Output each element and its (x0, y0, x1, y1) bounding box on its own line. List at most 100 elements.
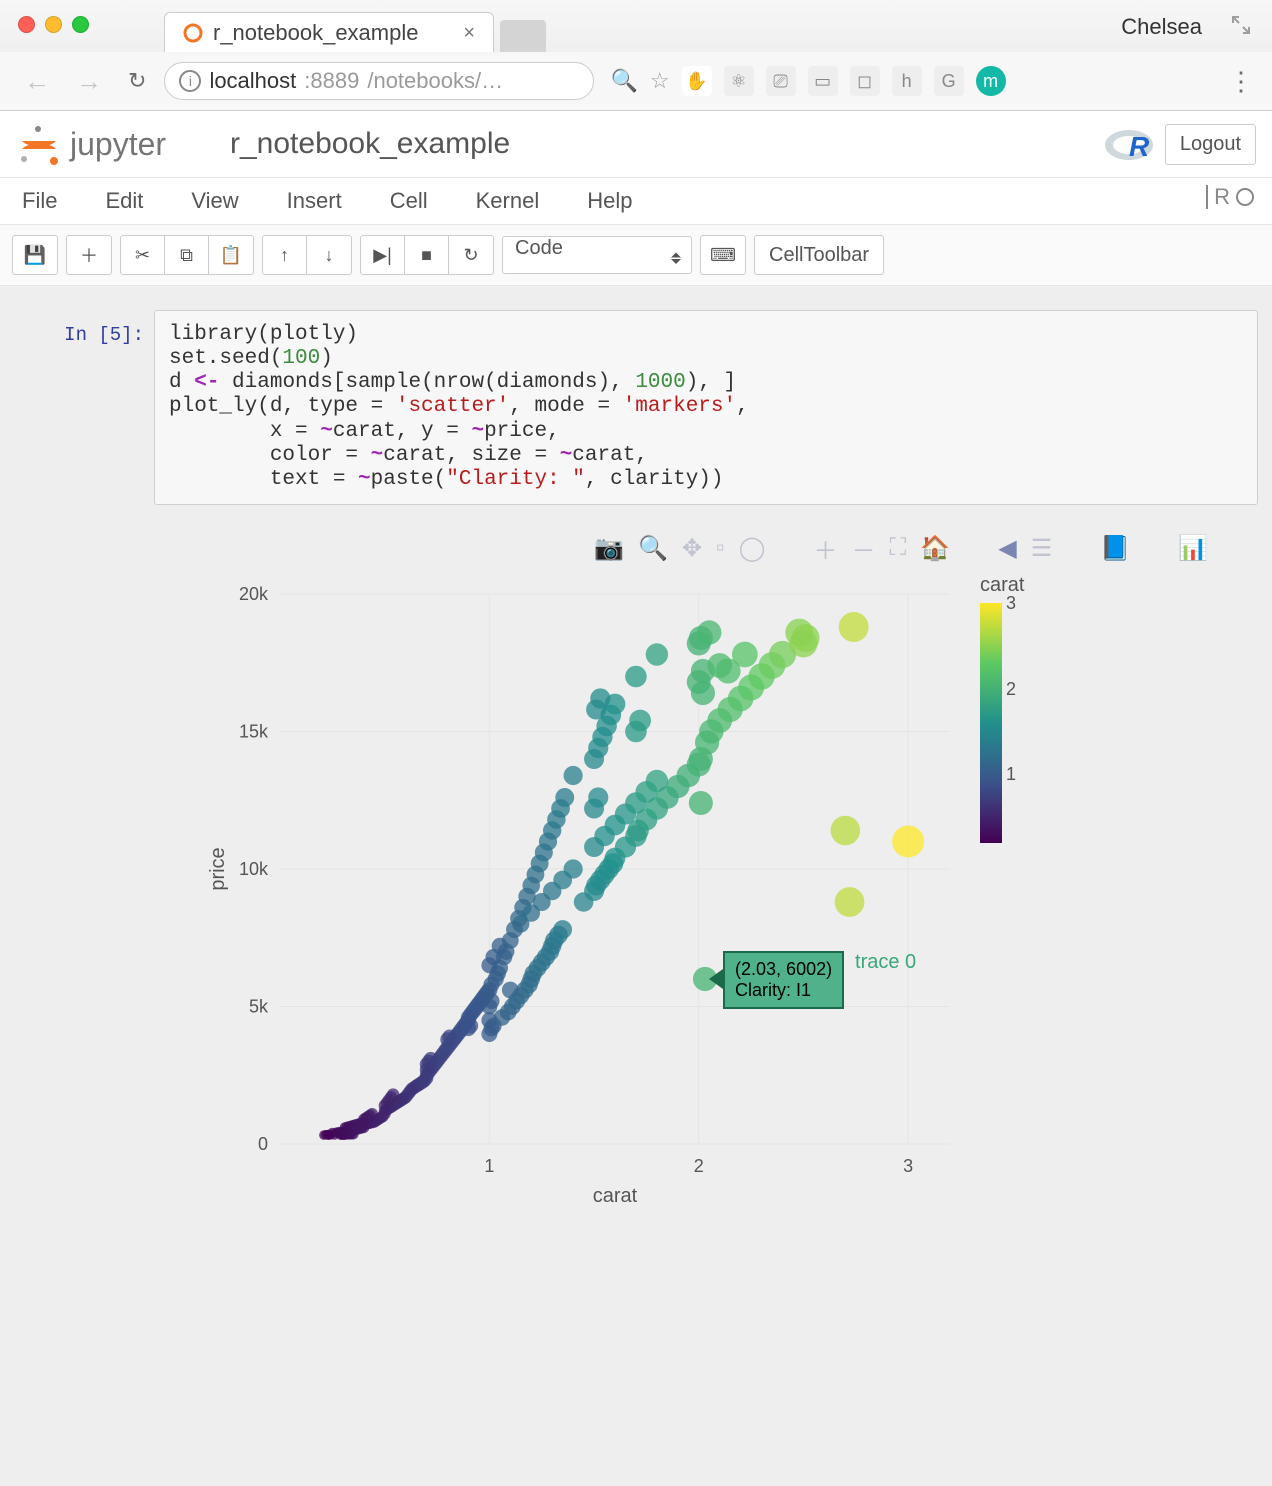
run-button[interactable]: ▶| (361, 236, 405, 274)
plotly-boxselect-icon[interactable]: ▫ (716, 534, 725, 562)
menu-kernel[interactable]: Kernel (476, 188, 540, 214)
svg-text:1: 1 (484, 1156, 494, 1176)
save-button[interactable]: 💾 (13, 236, 57, 274)
plotly-camera-icon[interactable]: 📷 (594, 534, 624, 563)
scatter-chart[interactable]: 05k10k15k20k123caratprice (2.03, 6002) C… (200, 574, 960, 1214)
logout-button[interactable]: Logout (1165, 124, 1256, 165)
input-prompt: In [5]: (14, 310, 154, 505)
add-cell-button[interactable]: ＋ (67, 236, 111, 274)
new-tab-button[interactable] (500, 20, 546, 52)
svg-text:price: price (207, 847, 229, 890)
colorbar-gradient (980, 603, 1002, 843)
cell-output: 📷 🔍 ✥ ▫ ◯ ＋ － ⛶ 🏠 ◀ ☰ 📘 📊 0 5k 10k 15k 20k 1 2… (200, 531, 1258, 1214)
plotly-hovercompare-icon[interactable]: ◀ (998, 534, 1016, 563)
profile-avatar-icon[interactable]: m (976, 66, 1006, 96)
hover-line2: Clarity: I1 (735, 980, 832, 1001)
minimize-window-icon[interactable] (45, 16, 62, 33)
url-path: /notebooks/… (367, 68, 503, 94)
menu-edit[interactable]: Edit (105, 188, 143, 214)
plotly-home-icon[interactable]: 🏠 (920, 534, 950, 563)
notebook-area: In [5]: library(plotly) set.seed(100) d … (0, 286, 1272, 1486)
plotly-autoscale-icon[interactable]: ⛶ (890, 534, 907, 562)
address-bar[interactable]: i localhost :8889/notebooks/… (164, 62, 594, 100)
close-tab-icon[interactable]: × (463, 23, 475, 43)
plotly-logo-icon[interactable]: 📊 (1178, 534, 1208, 563)
hover-tooltip: (2.03, 6002) Clarity: I1 (723, 951, 844, 1009)
plotly-docs-icon[interactable]: 📘 (1100, 534, 1130, 563)
colorbar-tick: 2 (1006, 679, 1016, 700)
cell-type-select[interactable]: Code (502, 236, 692, 274)
notebook-name[interactable]: r_notebook_example (230, 127, 510, 161)
url-host: localhost (209, 68, 296, 94)
svg-text:carat: carat (593, 1185, 638, 1207)
plotly-pan-icon[interactable]: ✥ (682, 534, 702, 563)
code-editor[interactable]: library(plotly) set.seed(100) d <- diamo… (154, 310, 1258, 505)
react-ext-icon[interactable]: ⚛ (724, 66, 754, 96)
zoom-icon[interactable]: 🔍 (610, 68, 637, 94)
toolbar: 💾 ＋ ✂ ⧉ 📋 ↑ ↓ ▶| ■ ↻ Code ⌨ CellToolbar (0, 225, 1272, 286)
kernel-indicator: R (1206, 184, 1254, 210)
back-button[interactable]: ← (16, 66, 58, 97)
svg-text:2: 2 (694, 1156, 704, 1176)
cut-button[interactable]: ✂ (121, 236, 165, 274)
svg-text:10k: 10k (239, 859, 269, 879)
window-controls (18, 16, 89, 33)
url-port: :8889 (304, 68, 359, 94)
fullscreen-icon[interactable] (1230, 14, 1252, 39)
jupyter-header: jupyter r_notebook_example R Logout (0, 111, 1272, 178)
colorbar: carat 123 (980, 574, 1040, 1214)
browser-menu-button[interactable]: ⋮ (1228, 66, 1256, 97)
ext-icon-1[interactable]: ▭ (808, 66, 838, 96)
browser-chrome: r_notebook_example × Chelsea ← → ↻ i loc… (0, 0, 1272, 111)
ext-icon-4[interactable]: G (934, 66, 964, 96)
menu-insert[interactable]: Insert (287, 188, 342, 214)
code-cell[interactable]: In [5]: library(plotly) set.seed(100) d … (14, 310, 1258, 505)
jupyter-logo-icon[interactable]: jupyter (16, 121, 216, 167)
bookmark-star-icon[interactable]: ☆ (650, 68, 670, 94)
svg-text:5k: 5k (249, 996, 269, 1016)
plotly-lasso-icon[interactable]: ◯ (739, 534, 766, 563)
menu-help[interactable]: Help (587, 188, 632, 214)
colorbar-tick: 3 (1006, 593, 1016, 614)
plotly-zoomin-icon[interactable]: ＋ (814, 531, 838, 566)
browser-tab[interactable]: r_notebook_example × (164, 12, 494, 52)
command-palette-button[interactable]: ⌨ (701, 236, 745, 274)
reload-button[interactable]: ↻ (120, 68, 154, 94)
site-info-icon[interactable]: i (179, 70, 201, 92)
cast-icon[interactable]: ⎚ (766, 66, 796, 96)
copy-button[interactable]: ⧉ (165, 236, 209, 274)
svg-text:15k: 15k (239, 721, 269, 741)
plotly-hoverclosest-icon[interactable]: ☰ (1031, 534, 1053, 563)
paste-button[interactable]: 📋 (209, 236, 253, 274)
restart-button[interactable]: ↻ (449, 236, 493, 274)
colorbar-tick: 1 (1006, 764, 1016, 785)
r-kernel-logo-icon: R (1103, 123, 1159, 166)
hover-line1: (2.03, 6002) (735, 959, 832, 980)
menu-bar: File Edit View Insert Cell Kernel Help R (0, 178, 1272, 225)
kernel-lang-label: R (1214, 184, 1230, 210)
maximize-window-icon[interactable] (72, 16, 89, 33)
svg-text:20k: 20k (239, 584, 269, 604)
ext-icon-3[interactable]: h (892, 66, 922, 96)
tab-title: r_notebook_example (213, 20, 418, 46)
move-down-button[interactable]: ↓ (307, 236, 351, 274)
plotly-zoom-icon[interactable]: 🔍 (638, 534, 668, 563)
menu-file[interactable]: File (22, 188, 57, 214)
hover-pointer-icon (709, 969, 723, 989)
plotly-modebar: 📷 🔍 ✥ ▫ ◯ ＋ － ⛶ 🏠 ◀ ☰ 📘 📊 (200, 531, 1258, 566)
close-window-icon[interactable] (18, 16, 35, 33)
svg-text:jupyter: jupyter (69, 126, 166, 162)
ext-icon-2[interactable]: ◻ (850, 66, 880, 96)
move-up-button[interactable]: ↑ (263, 236, 307, 274)
menu-view[interactable]: View (191, 188, 238, 214)
menu-cell[interactable]: Cell (390, 188, 428, 214)
cell-toolbar-button[interactable]: CellToolbar (755, 236, 883, 274)
adblock-icon[interactable]: ✋ (682, 66, 712, 96)
forward-button[interactable]: → (68, 66, 110, 97)
plotly-zoomout-icon[interactable]: － (852, 531, 876, 566)
jupyter-favicon-icon (183, 23, 203, 43)
cell-type-value: Code (515, 237, 563, 259)
stop-button[interactable]: ■ (405, 236, 449, 274)
browser-profile-name[interactable]: Chelsea (1121, 14, 1202, 40)
svg-text:0: 0 (258, 1134, 268, 1154)
